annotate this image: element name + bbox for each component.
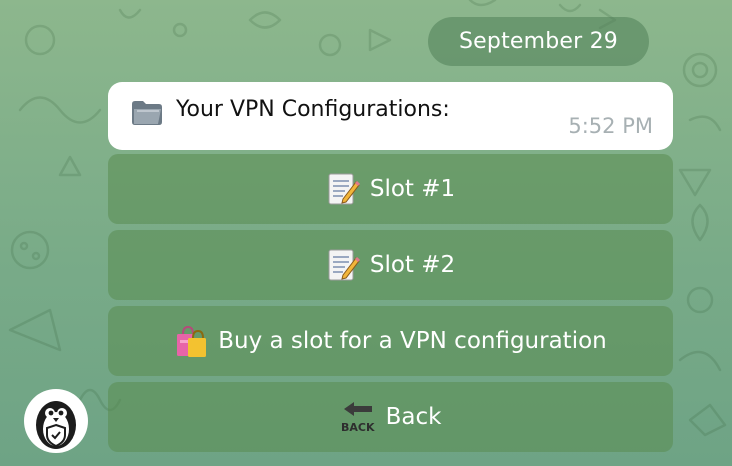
bot-avatar[interactable] — [24, 389, 88, 453]
back-button[interactable]: BACK Back — [108, 382, 673, 452]
slot-1-label: Slot #1 — [369, 176, 456, 202]
slot-2-label: Slot #2 — [369, 252, 456, 278]
memo-icon — [328, 173, 360, 205]
buy-slot-button[interactable]: Buy a slot for a VPN configuration — [108, 306, 673, 376]
penguin-shield-icon — [36, 401, 76, 449]
bot-message-bubble: Your VPN Configurations: 5:52 PM — [108, 82, 673, 150]
slot-1-button[interactable]: Slot #1 — [108, 154, 673, 224]
message-text: Your VPN Configurations: — [176, 97, 450, 122]
buy-slot-label: Buy a slot for a VPN configuration — [218, 328, 607, 354]
memo-icon — [328, 249, 360, 281]
back-arrow-icon: BACK — [341, 402, 375, 434]
message-time: 5:52 PM — [568, 114, 653, 138]
slot-2-button[interactable]: Slot #2 — [108, 230, 673, 300]
date-separator: September 29 — [428, 17, 649, 66]
back-label: Back — [385, 404, 442, 430]
shopping-bags-icon — [177, 325, 207, 357]
svg-text:BACK: BACK — [341, 421, 375, 434]
folder-icon — [132, 101, 162, 125]
